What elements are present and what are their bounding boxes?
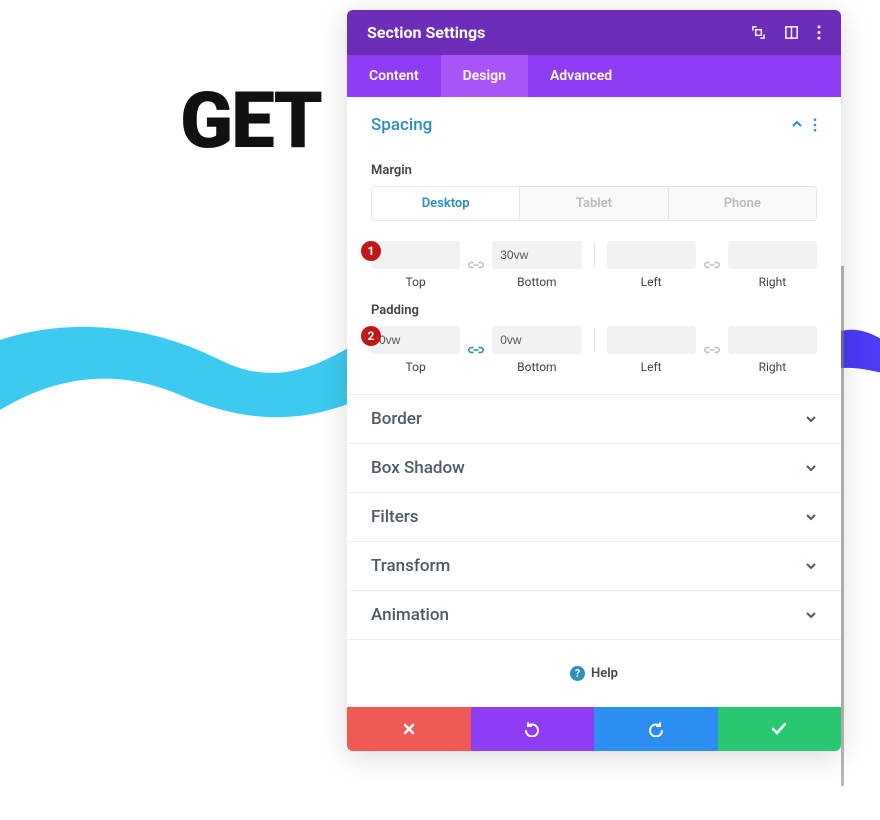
check-icon bbox=[771, 722, 787, 736]
margin-tb-link-icon[interactable] bbox=[466, 258, 486, 272]
margin-left-label: Left bbox=[641, 275, 662, 289]
padding-top-input[interactable] bbox=[371, 326, 460, 354]
section-filters-toggle[interactable]: Filters bbox=[347, 493, 841, 542]
padding-tb-link-icon[interactable] bbox=[466, 343, 486, 357]
padding-left-input[interactable] bbox=[607, 326, 696, 354]
help-icon: ? bbox=[570, 666, 585, 681]
padding-row: 2 Top Bottom bbox=[371, 326, 817, 374]
modal-title: Section Settings bbox=[367, 23, 485, 42]
header-actions bbox=[751, 25, 821, 40]
chevron-down-icon bbox=[805, 609, 817, 621]
padding-label: Padding bbox=[371, 303, 817, 318]
chevron-down-icon bbox=[805, 462, 817, 474]
close-icon bbox=[402, 722, 416, 736]
margin-bottom-label: Bottom bbox=[517, 275, 556, 289]
redo-button[interactable] bbox=[594, 707, 718, 751]
margin-top-input[interactable] bbox=[371, 241, 460, 269]
section-transform-title: Transform bbox=[371, 556, 450, 576]
section-animation-title: Animation bbox=[371, 605, 449, 625]
section-spacing-toggle[interactable]: Spacing bbox=[347, 97, 841, 149]
margin-left-input[interactable] bbox=[607, 241, 696, 269]
section-border-toggle[interactable]: Border bbox=[347, 394, 841, 444]
section-filters-title: Filters bbox=[371, 507, 419, 527]
device-tabs: Desktop Tablet Phone bbox=[371, 186, 817, 221]
redo-icon bbox=[648, 721, 664, 737]
help-link[interactable]: ? Help bbox=[347, 640, 841, 707]
kebab-menu-icon[interactable] bbox=[817, 25, 821, 40]
chevron-up-icon bbox=[791, 118, 803, 132]
cancel-button[interactable] bbox=[347, 707, 471, 751]
section-border-title: Border bbox=[371, 409, 422, 429]
margin-label: Margin bbox=[371, 163, 817, 178]
settings-tabs: Content Design Advanced bbox=[347, 55, 841, 97]
section-spacing-title: Spacing bbox=[371, 115, 432, 135]
modal-header: Section Settings bbox=[347, 10, 841, 55]
section-settings-modal: Section Settings Content Design Advanced… bbox=[347, 10, 841, 751]
padding-top-label: Top bbox=[406, 360, 426, 374]
margin-top-label: Top bbox=[406, 275, 426, 289]
save-button[interactable] bbox=[718, 707, 842, 751]
padding-bottom-input[interactable] bbox=[492, 326, 581, 354]
divider bbox=[594, 243, 595, 267]
padding-bottom-label: Bottom bbox=[517, 360, 556, 374]
background-content-edge bbox=[841, 266, 844, 786]
section-animation-toggle[interactable]: Animation bbox=[347, 591, 841, 640]
padding-lr-link-icon[interactable] bbox=[702, 343, 722, 357]
help-label: Help bbox=[591, 666, 618, 681]
margin-lr-link-icon[interactable] bbox=[702, 258, 722, 272]
callout-2: 2 bbox=[361, 326, 381, 346]
undo-button[interactable] bbox=[471, 707, 595, 751]
background-get-text: GET bbox=[180, 76, 321, 167]
chevron-down-icon bbox=[805, 560, 817, 572]
tab-content[interactable]: Content bbox=[347, 55, 441, 97]
padding-right-input[interactable] bbox=[728, 326, 817, 354]
wave-left-decoration bbox=[0, 320, 360, 440]
modal-footer bbox=[347, 707, 841, 751]
callout-1: 1 bbox=[361, 241, 381, 261]
tab-design[interactable]: Design bbox=[441, 55, 528, 97]
kebab-menu-icon[interactable] bbox=[813, 118, 817, 132]
divider bbox=[594, 328, 595, 352]
device-tab-desktop[interactable]: Desktop bbox=[372, 187, 520, 220]
margin-bottom-input[interactable] bbox=[492, 241, 581, 269]
padding-left-label: Left bbox=[641, 360, 662, 374]
device-tab-phone[interactable]: Phone bbox=[669, 187, 816, 220]
panel-body: Spacing Margin Desktop Tablet Phone 1 To… bbox=[347, 97, 841, 707]
padding-right-label: Right bbox=[759, 360, 787, 374]
section-box-shadow-title: Box Shadow bbox=[371, 458, 465, 478]
margin-row: 1 Top Bottom bbox=[371, 241, 817, 289]
responsive-view-icon[interactable] bbox=[784, 25, 799, 40]
chevron-down-icon bbox=[805, 511, 817, 523]
section-box-shadow-toggle[interactable]: Box Shadow bbox=[347, 444, 841, 493]
spacing-panel: Margin Desktop Tablet Phone 1 Top bbox=[347, 163, 841, 394]
device-tab-tablet[interactable]: Tablet bbox=[520, 187, 668, 220]
margin-right-input[interactable] bbox=[728, 241, 817, 269]
chevron-down-icon bbox=[805, 413, 817, 425]
section-transform-toggle[interactable]: Transform bbox=[347, 542, 841, 591]
margin-right-label: Right bbox=[759, 275, 787, 289]
undo-icon bbox=[524, 721, 540, 737]
expand-icon[interactable] bbox=[751, 25, 766, 40]
tab-advanced[interactable]: Advanced bbox=[528, 55, 634, 97]
